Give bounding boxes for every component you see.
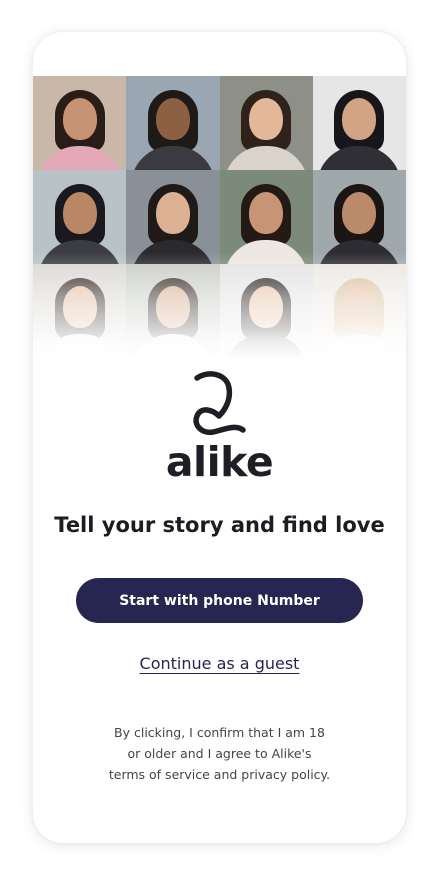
profile-photo [126, 76, 220, 170]
profile-photo [126, 170, 220, 264]
profile-photo [219, 264, 313, 358]
continue-as-guest-link-wrapper: Continue as a guest [33, 652, 406, 676]
legal-line-2: or older and I agree to Alike's [127, 746, 312, 761]
heart-logo-icon [193, 371, 246, 436]
start-with-phone-button[interactable]: Start with phone Number [76, 578, 363, 623]
profile-photo [33, 76, 127, 170]
profile-photo [33, 170, 127, 264]
tagline: Tell your story and find love [54, 513, 385, 537]
profile-photo [126, 264, 220, 358]
legal-line-1: By clicking, I confirm that I am 18 [114, 725, 325, 740]
legal-line-3: terms of service and privacy policy. [108, 767, 331, 782]
profile-photo [312, 264, 406, 358]
profile-photo [219, 170, 313, 264]
profile-photo [33, 264, 127, 358]
profile-photo [312, 76, 406, 170]
onboarding-card: alike Tell your story and find love Star… [33, 32, 406, 843]
brand-name: alike [165, 438, 274, 486]
legal-disclaimer: By clicking, I confirm that I am 18 or o… [33, 722, 406, 785]
profile-photo [219, 76, 313, 170]
profile-photo-grid [33, 76, 406, 358]
profile-photo [312, 170, 406, 264]
continue-as-guest-link[interactable]: Continue as a guest [140, 654, 300, 673]
